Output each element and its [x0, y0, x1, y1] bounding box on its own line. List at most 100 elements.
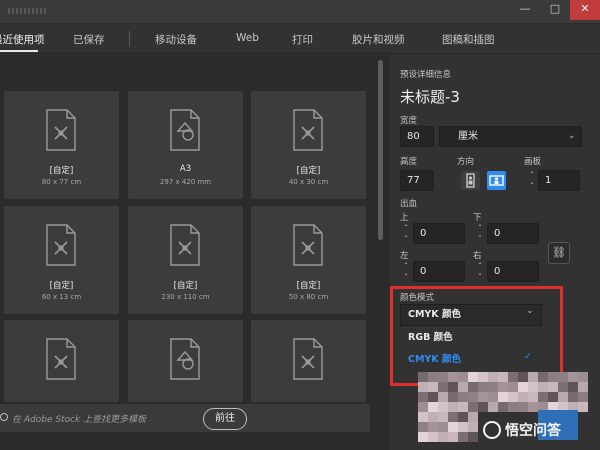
- portrait-orientation-button[interactable]: [461, 171, 480, 190]
- mosaic-block: [418, 422, 428, 432]
- preset-card[interactable]: [128, 320, 243, 402]
- mosaic-block: [448, 372, 458, 382]
- preset-card[interactable]: [自定] 80 x 77 cm: [4, 91, 119, 199]
- stock-search-input[interactable]: 在 Adobe Stock 上查找更多模板: [12, 412, 146, 425]
- preset-card[interactable]: [自定] 50 x 80 cm: [251, 206, 366, 314]
- drag-grip[interactable]: [8, 8, 48, 14]
- color-mode-option-cmyk[interactable]: CMYK 颜色: [400, 350, 542, 372]
- width-input[interactable]: 80: [400, 126, 434, 147]
- mosaic-block: [458, 422, 468, 432]
- tab-art-illustration[interactable]: 图稿和插图: [442, 32, 495, 47]
- preset-card[interactable]: [自定] 40 x 30 cm: [251, 91, 366, 199]
- tab-divider: [129, 31, 130, 47]
- landscape-orientation-button[interactable]: [487, 171, 506, 190]
- preset-card[interactable]: [4, 320, 119, 402]
- bleed-right-stepper[interactable]: ⌃ ⌄: [475, 262, 485, 281]
- artboards-stepper[interactable]: ⌃ ⌄: [527, 171, 537, 190]
- mosaic-block: [538, 392, 548, 402]
- scrollbar-thumb[interactable]: [378, 60, 383, 240]
- height-label: 高度: [400, 157, 418, 167]
- bleed-left-input[interactable]: 0: [413, 261, 465, 282]
- preset-card[interactable]: [自定] 60 x 13 cm: [4, 206, 119, 314]
- close-icon: ✕: [580, 2, 590, 15]
- mosaic-block: [458, 402, 468, 412]
- tab-web[interactable]: Web: [236, 32, 259, 44]
- pen-doc-icon: [293, 224, 323, 266]
- mosaic-block: [578, 392, 588, 402]
- mosaic-block: [418, 382, 428, 392]
- mosaic-block: [458, 432, 468, 442]
- preset-title: A3: [179, 164, 192, 174]
- preset-card[interactable]: [251, 320, 366, 402]
- mosaic-block: [568, 382, 578, 392]
- mosaic-block: [458, 382, 468, 392]
- mosaic-block: [498, 392, 508, 402]
- restore-button[interactable]: □: [540, 0, 570, 20]
- tab-saved[interactable]: 已保存: [73, 32, 105, 47]
- tab-print[interactable]: 打印: [292, 32, 313, 47]
- mosaic-block: [528, 382, 538, 392]
- chevron-down-icon: ⌄: [568, 131, 576, 141]
- mosaic-block: [428, 432, 438, 442]
- bleed-top-stepper[interactable]: ⌃ ⌄: [401, 224, 411, 243]
- document-name[interactable]: 未标题-3: [400, 86, 460, 107]
- mosaic-block: [468, 432, 478, 442]
- mosaic-block: [518, 372, 528, 382]
- mosaic-block: [498, 372, 508, 382]
- color-mode-label: 颜色模式: [400, 293, 435, 303]
- mosaic-block: [438, 372, 448, 382]
- mosaic-block: [468, 412, 478, 422]
- mosaic-block: [448, 422, 458, 432]
- preset-size: 50 x 80 cm: [288, 293, 329, 301]
- close-button[interactable]: ✕: [570, 0, 600, 20]
- width-label: 宽度: [400, 116, 418, 126]
- mosaic-block: [418, 392, 428, 402]
- preset-size: 60 x 13 cm: [41, 293, 82, 301]
- preset-card[interactable]: A3 297 x 420 mm: [128, 91, 243, 199]
- mosaic-block: [558, 372, 568, 382]
- link-bleed-button[interactable]: ⛓: [548, 242, 570, 264]
- tab-mobile[interactable]: 移动设备: [155, 32, 197, 47]
- unit-select[interactable]: 厘米 ⌄: [439, 126, 582, 147]
- mosaic-block: [428, 402, 438, 412]
- mosaic-block: [538, 382, 548, 392]
- bleed-right-input[interactable]: 0: [487, 261, 539, 282]
- pen-doc-icon: [46, 224, 76, 266]
- chevron-down-icon: ⌄: [526, 306, 534, 316]
- bleed-bottom-stepper[interactable]: ⌃ ⌄: [475, 224, 485, 243]
- mosaic-block: [438, 382, 448, 392]
- mosaic-block: [498, 382, 508, 392]
- tab-recent[interactable]: 最近使用项: [0, 32, 45, 47]
- preset-card[interactable]: [自定] 230 x 110 cm: [128, 206, 243, 314]
- mosaic-block: [438, 392, 448, 402]
- mosaic-block: [568, 372, 578, 382]
- height-input[interactable]: 77: [400, 170, 434, 191]
- preset-size: 40 x 30 cm: [288, 178, 329, 186]
- mosaic-block: [468, 382, 478, 392]
- mosaic-block: [488, 392, 498, 402]
- artboards-label: 画板: [524, 157, 542, 167]
- goto-button[interactable]: 前往: [203, 408, 247, 430]
- color-mode-option-rgb[interactable]: RGB 颜色: [400, 328, 542, 350]
- mosaic-block: [458, 412, 468, 422]
- mosaic-block: [548, 372, 558, 382]
- mosaic-block: [428, 422, 438, 432]
- mosaic-block: [428, 392, 438, 402]
- mosaic-block: [418, 432, 428, 442]
- landscape-icon: [489, 175, 504, 186]
- mosaic-block: [448, 382, 458, 392]
- mosaic-block: [478, 382, 488, 392]
- mosaic-block: [478, 402, 488, 412]
- bleed-bottom-input[interactable]: 0: [487, 223, 539, 244]
- artboards-input[interactable]: 1: [538, 170, 580, 191]
- checkmark-icon: ✓: [524, 352, 532, 362]
- mosaic-block: [428, 372, 438, 382]
- minimize-button[interactable]: —: [510, 0, 540, 20]
- mosaic-block: [448, 432, 458, 442]
- preset-size: 230 x 110 cm: [161, 293, 210, 301]
- mosaic-block: [438, 412, 448, 422]
- mosaic-block: [528, 372, 538, 382]
- tab-film-video[interactable]: 胶片和视频: [352, 32, 405, 47]
- bleed-left-stepper[interactable]: ⌃ ⌄: [401, 262, 411, 281]
- bleed-top-input[interactable]: 0: [413, 223, 465, 244]
